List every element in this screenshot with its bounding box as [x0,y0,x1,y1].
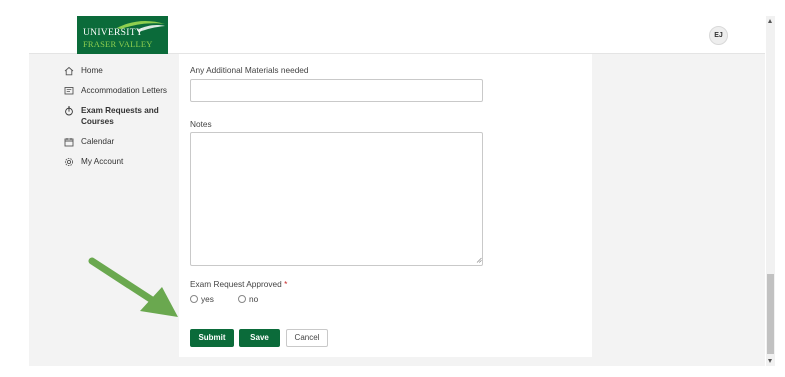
radio-yes-circle[interactable] [190,295,198,303]
radio-yes[interactable]: yes [190,294,214,304]
radio-yes-label: yes [201,294,214,304]
timer-icon [65,106,73,116]
scroll-down-icon[interactable] [768,359,772,363]
home-icon [64,66,74,76]
sidebar-item-accommodation-letters[interactable]: Accommodation Letters [64,85,174,96]
approved-label: Exam Request Approved * [190,279,287,289]
calendar-icon [64,138,74,147]
sidebar-item-exam-requests[interactable]: Exam Requests and Courses [64,105,174,127]
page-scrollbar[interactable] [766,16,775,366]
annotation-arrow-icon [88,257,178,317]
letter-icon [64,87,74,95]
sidebar-item-label: Accommodation Letters [81,86,168,95]
sidebar-item-my-account[interactable]: My Account [64,156,174,167]
sidebar-nav: Home Accommodation Letters Exam Requests… [64,65,174,176]
sidebar-item-label: Exam Requests and Courses [81,106,159,126]
radio-no-label: no [249,294,259,304]
user-avatar[interactable]: EJ [709,26,728,45]
sidebar-item-label: Home [81,66,103,75]
save-button[interactable]: Save [239,329,280,347]
scrollbar-thumb[interactable] [767,274,774,354]
sidebar-item-label: My Account [81,157,124,166]
radio-no[interactable]: no [238,294,258,304]
notes-label: Notes [190,119,212,129]
cancel-button[interactable]: Cancel [286,329,328,347]
logo-text-fraser-valley: FRASER VALLEY [83,39,153,49]
radio-no-circle[interactable] [238,295,246,303]
materials-label: Any Additional Materials needed [190,65,309,75]
submit-button[interactable]: Submit [190,329,234,347]
sidebar-item-home[interactable]: Home [64,65,174,76]
required-marker: * [284,279,288,289]
sidebar-item-label: Calendar [81,137,115,146]
university-logo[interactable]: UNIVERSITY FRASER VALLEY [77,16,168,54]
logo-text-university: UNIVERSITY [83,28,143,38]
sidebar-item-calendar[interactable]: Calendar [64,136,174,147]
notes-textarea[interactable] [190,132,483,266]
materials-input[interactable] [190,79,483,102]
scroll-up-icon[interactable] [768,19,772,23]
resize-handle-icon[interactable] [476,257,482,263]
approved-label-text: Exam Request Approved [190,279,282,289]
gear-icon [64,157,74,167]
